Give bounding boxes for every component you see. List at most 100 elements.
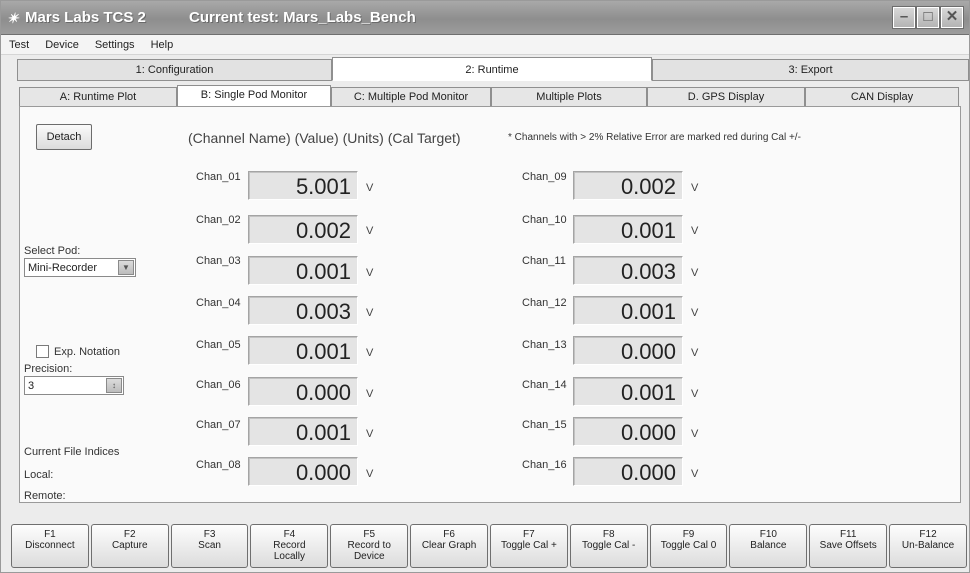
select-pod-label: Select Pod:	[24, 245, 81, 257]
channel-value: 0.001	[573, 215, 683, 244]
f3-scan-button[interactable]: F3 Scan	[170, 524, 249, 568]
channel-value: 5.001	[248, 171, 358, 200]
channel-value: 0.000	[573, 457, 683, 486]
channel-name: Chan_02	[196, 214, 241, 226]
f8-toggle-cal-minus-button[interactable]: F8 Toggle Cal -	[569, 524, 648, 568]
channel-name: Chan_04	[196, 297, 241, 309]
column-header: (Channel Name) (Value) (Units) (Cal Targ…	[188, 130, 461, 146]
channel-name: Chan_16	[522, 459, 567, 471]
precision-label: Precision:	[24, 363, 73, 375]
f9-toggle-cal-zero-button[interactable]: F9 Toggle Cal 0	[649, 524, 728, 568]
channel-name: Chan_09	[522, 171, 567, 183]
subtab-runtime-plot[interactable]: A: Runtime Plot	[19, 87, 177, 107]
mars-logo-icon: ✴	[7, 10, 19, 26]
main-tabs: 1: Configuration 2: Runtime 3: Export	[17, 57, 970, 81]
single-pod-monitor-panel: Detach (Channel Name) (Value) (Units) (C…	[19, 106, 961, 503]
channel-unit: V	[691, 388, 699, 400]
channel-name: Chan_10	[522, 214, 567, 226]
spinner-arrows-icon[interactable]: ↕	[106, 378, 122, 393]
app-title: Mars Labs TCS 2	[25, 9, 146, 26]
subtab-multiple-pod-monitor[interactable]: C: Multiple Pod Monitor	[331, 87, 491, 107]
f4-record-locally-button[interactable]: F4 Record Locally	[250, 524, 329, 568]
channel-name: Chan_01	[196, 171, 241, 183]
pod-select-value: Mini-Recorder	[28, 262, 98, 274]
menu-device[interactable]: Device	[37, 39, 87, 51]
subtab-gps-display[interactable]: D. GPS Display	[647, 87, 805, 107]
channel-unit: V	[366, 225, 374, 237]
f10-balance-button[interactable]: F10 Balance	[729, 524, 808, 568]
subtab-single-pod-monitor[interactable]: B: Single Pod Monitor	[177, 85, 331, 107]
channel-name: Chan_06	[196, 379, 241, 391]
subtab-can-display[interactable]: CAN Display	[805, 87, 959, 107]
channel-unit: V	[366, 428, 374, 440]
channel-value: 0.000	[248, 377, 358, 406]
window-controls: – □ ✕	[892, 6, 964, 29]
channel-value: 0.000	[573, 336, 683, 365]
f2-capture-button[interactable]: F2 Capture	[90, 524, 169, 568]
channel-unit: V	[691, 225, 699, 237]
channel-unit: V	[691, 182, 699, 194]
function-key-bar: F1 Disconnect F2 Capture F3 Scan F4 Record L…	[11, 524, 967, 568]
channel-name: Chan_14	[522, 379, 567, 391]
maximize-icon[interactable]: □	[916, 6, 940, 29]
f11-save-offsets-button[interactable]: F11 Save Offsets	[809, 524, 888, 568]
channel-value: 0.001	[248, 417, 358, 446]
minimize-icon[interactable]: –	[892, 6, 916, 29]
f7-toggle-cal-plus-button[interactable]: F7 Toggle Cal +	[489, 524, 568, 568]
channel-value: 0.000	[248, 457, 358, 486]
tab-runtime[interactable]: 2: Runtime	[332, 57, 652, 81]
channel-name: Chan_05	[196, 339, 241, 351]
channel-name: Chan_13	[522, 339, 567, 351]
channel-unit: V	[691, 307, 699, 319]
precision-value: 3	[28, 380, 35, 392]
exp-notation-checkbox[interactable]	[36, 345, 49, 358]
detach-button[interactable]: Detach	[36, 124, 92, 150]
menu-settings[interactable]: Settings	[87, 39, 143, 51]
title-bar: ✴ Mars Labs TCS 2 Current test: Mars_Lab…	[1, 1, 969, 35]
channel-unit: V	[366, 307, 374, 319]
channel-value: 0.001	[248, 256, 358, 285]
channel-name: Chan_03	[196, 255, 241, 267]
channel-name: Chan_15	[522, 419, 567, 431]
tab-export[interactable]: 3: Export	[652, 59, 969, 81]
file-indices-label: Current File Indices	[24, 446, 120, 458]
runtime-subtabs: A: Runtime Plot B: Single Pod Monitor C:…	[19, 85, 959, 107]
channel-name: Chan_11	[522, 255, 566, 267]
remote-index-label: Remote:	[24, 490, 66, 502]
f6-clear-graph-button[interactable]: F6 Clear Graph	[410, 524, 488, 568]
menu-help[interactable]: Help	[143, 39, 182, 51]
chevron-down-icon[interactable]: ▼	[118, 260, 134, 275]
channel-value: 0.001	[248, 336, 358, 365]
current-test-title: Current test: Mars_Labs_Bench	[189, 9, 416, 26]
channel-value: 0.002	[573, 171, 683, 200]
channel-unit: V	[366, 347, 374, 359]
app-window: ✴ Mars Labs TCS 2 Current test: Mars_Lab…	[0, 0, 970, 573]
local-index-label: Local:	[24, 469, 54, 481]
pod-select[interactable]: Mini-Recorder ▼	[24, 258, 136, 277]
channel-value: 0.001	[573, 296, 683, 325]
channel-value: 0.003	[248, 296, 358, 325]
channel-unit: V	[366, 388, 374, 400]
channel-name: Chan_07	[196, 419, 241, 431]
f5-record-to-device-button[interactable]: F5 Record to Device	[330, 524, 409, 568]
channel-unit: V	[691, 347, 699, 359]
menu-test[interactable]: Test	[1, 39, 37, 51]
channel-unit: V	[691, 267, 699, 279]
channel-value: 0.000	[573, 417, 683, 446]
close-icon[interactable]: ✕	[940, 6, 964, 29]
channel-unit: V	[366, 468, 374, 480]
tab-configuration[interactable]: 1: Configuration	[17, 59, 332, 81]
f12-un-balance-button[interactable]: F12 Un-Balance	[889, 524, 967, 568]
subtab-multiple-plots[interactable]: Multiple Plots	[491, 87, 647, 107]
channel-value: 0.003	[573, 256, 683, 285]
calibration-note: * Channels with > 2% Relative Error are …	[508, 132, 801, 143]
precision-stepper[interactable]: 3 ↕	[24, 376, 124, 395]
channel-value: 0.002	[248, 215, 358, 244]
channel-unit: V	[691, 428, 699, 440]
channel-unit: V	[366, 182, 374, 194]
channel-name: Chan_12	[522, 297, 567, 309]
channel-unit: V	[691, 468, 699, 480]
f1-disconnect-button[interactable]: F1 Disconnect	[11, 524, 89, 568]
channel-value: 0.001	[573, 377, 683, 406]
menu-bar: Test Device Settings Help	[1, 35, 969, 55]
